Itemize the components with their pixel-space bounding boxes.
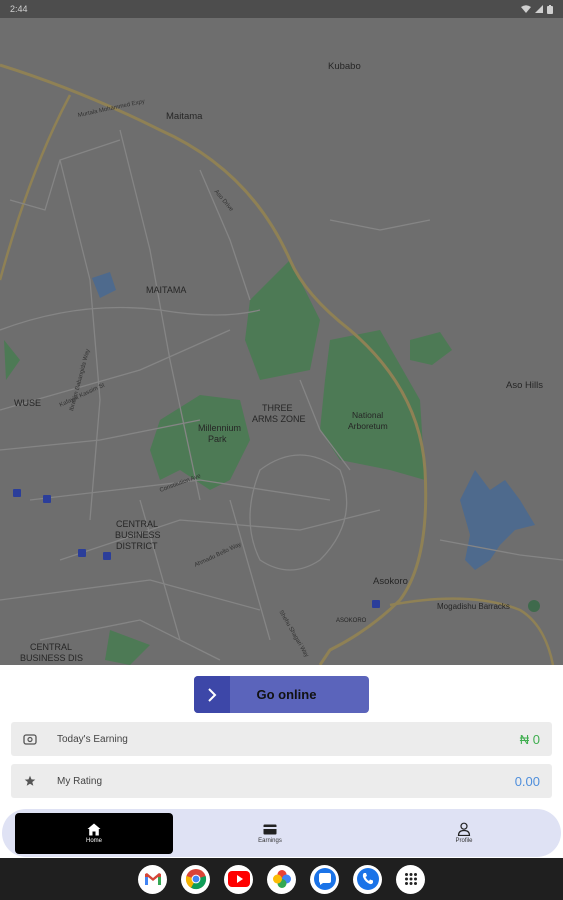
status-time: 2:44 bbox=[10, 4, 28, 14]
battery-icon bbox=[547, 4, 553, 14]
chrome-icon[interactable] bbox=[181, 864, 210, 894]
map-view[interactable]: Kubabo Maitama MAITAMA WUSE Millennium P… bbox=[0, 18, 563, 665]
water-small bbox=[92, 272, 116, 298]
place-wuse: WUSE bbox=[14, 398, 41, 408]
messages-icon[interactable] bbox=[310, 864, 339, 894]
place-cbd-2: BUSINESS bbox=[115, 530, 161, 540]
nav-profile-label: Profile bbox=[455, 838, 473, 844]
park-three-arms bbox=[245, 260, 320, 380]
poi-marker bbox=[528, 600, 540, 612]
place-three-arms: THREE bbox=[262, 403, 293, 413]
wallet-icon bbox=[23, 732, 37, 746]
nav-profile[interactable]: Profile bbox=[367, 813, 561, 853]
place-aso-hills: Aso Hills bbox=[506, 380, 543, 391]
go-online-slider[interactable]: Go online bbox=[194, 676, 369, 713]
place-arboretum-2: Arboretum bbox=[348, 421, 388, 431]
go-online-label: Go online bbox=[256, 687, 317, 702]
place-cbd: CENTRAL bbox=[116, 519, 159, 529]
earning-value: ₦ 0 bbox=[519, 731, 540, 747]
rating-label: My Rating bbox=[57, 775, 103, 787]
status-bar: 2:44 bbox=[0, 0, 563, 18]
place-kubabo: Kubabo bbox=[328, 61, 361, 72]
person-icon bbox=[457, 822, 471, 836]
star-icon bbox=[23, 774, 37, 788]
park-small-2 bbox=[4, 340, 20, 380]
signal-icon bbox=[535, 5, 543, 13]
gmail-icon[interactable] bbox=[138, 864, 167, 894]
place-asokoro: Asokoro bbox=[373, 576, 408, 587]
phone-icon[interactable] bbox=[353, 864, 382, 894]
place-millennium-park-2: Park bbox=[208, 434, 227, 444]
earning-label: Today's Earning bbox=[57, 733, 128, 745]
place-three-arms-2: ARMS ZONE bbox=[252, 414, 306, 424]
park-small-3 bbox=[105, 630, 150, 665]
place-arboretum: National bbox=[352, 410, 384, 420]
wifi-icon bbox=[521, 5, 531, 13]
place-cbd-bottom-2: BUSINESS DIS bbox=[20, 653, 84, 663]
app-dock bbox=[0, 858, 563, 900]
photos-icon[interactable] bbox=[267, 864, 296, 894]
nav-home-label: Home bbox=[85, 838, 102, 844]
rating-value: 0.00 bbox=[514, 773, 540, 789]
nav-home[interactable]: Home bbox=[15, 812, 173, 854]
youtube-icon[interactable] bbox=[224, 864, 253, 894]
road-west-arc bbox=[0, 94, 72, 281]
place-mogadishu-barracks: Mogadishu Barracks bbox=[437, 602, 510, 611]
place-maitama-district: MAITAMA bbox=[146, 285, 187, 295]
screen: 2:44 Kubabo Maitama MAITAMA WUSE Millenn… bbox=[0, 0, 563, 900]
bottom-navigation: Home Earnings Profile bbox=[2, 809, 561, 857]
nav-earnings[interactable]: Earnings bbox=[173, 813, 367, 853]
place-cbd-3: DISTRICT bbox=[116, 541, 158, 551]
card-icon bbox=[263, 822, 277, 836]
todays-earning-row[interactable]: Today's Earning ₦ 0 bbox=[11, 722, 552, 756]
place-maitama: Maitama bbox=[166, 111, 203, 122]
place-cbd-bottom: CENTRAL bbox=[30, 642, 73, 652]
my-rating-row[interactable]: My Rating 0.00 bbox=[11, 764, 552, 798]
home-icon bbox=[87, 822, 101, 836]
place-millennium-park: Millennium bbox=[198, 423, 242, 433]
transit-markers bbox=[13, 489, 380, 608]
place-asokoro-small: ASOKORO bbox=[336, 618, 367, 624]
nav-earnings-label: Earnings bbox=[258, 838, 282, 844]
apps-grid-icon[interactable] bbox=[396, 864, 425, 894]
park-small-1 bbox=[410, 332, 452, 365]
